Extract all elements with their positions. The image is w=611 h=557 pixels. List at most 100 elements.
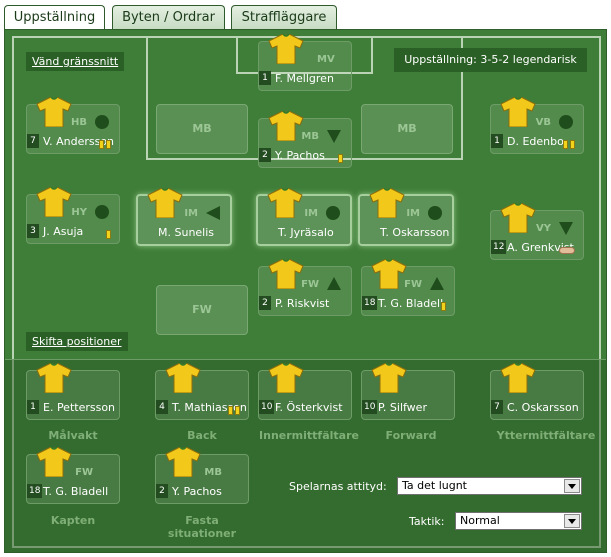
shirt-number: 18 [362, 296, 378, 310]
position-label: HB [71, 117, 87, 128]
jersey-icon [499, 96, 537, 128]
shirt-number: 1 [259, 71, 271, 85]
bench-slot-back[interactable]: 4 T. Mathiasson [155, 362, 249, 420]
player-name: P. Silfwer [378, 401, 427, 414]
jersey-icon [164, 446, 202, 478]
circle-icon[interactable] [93, 113, 111, 131]
jersey-icon [164, 362, 202, 394]
jersey-icon [370, 362, 408, 394]
position-label: IM [304, 208, 318, 219]
position-label: MB [204, 467, 222, 478]
jersey-icon [35, 186, 73, 218]
tab-substitutions-orders[interactable]: Byten / Ordrar [112, 5, 225, 30]
tactic-value: Normal [460, 514, 500, 527]
yellow-cards [104, 229, 111, 239]
attitude-value: Ta det lugnt [402, 479, 467, 492]
player-slot-mb[interactable]: MB 2 Y. Pachos [258, 110, 352, 168]
yellow-card-icon [235, 406, 240, 415]
player-slot-im-center[interactable]: IM T. Jyräsalo [256, 187, 352, 246]
yellow-cards [97, 139, 111, 149]
player-name: Y. Pachos [275, 149, 325, 162]
position-label: HY [71, 207, 87, 218]
position-label: IM [184, 208, 198, 219]
yellow-card-icon [106, 140, 111, 149]
empty-slot-mb-right[interactable]: MB [361, 104, 453, 154]
chevron-down-icon [564, 514, 580, 528]
player-slot-hb[interactable]: HB 7 V. Andersson [26, 96, 120, 154]
player-slot-vb[interactable]: VB 1 D. Edenbo [490, 96, 584, 154]
yellow-cards [336, 153, 343, 163]
jersey-icon [370, 258, 408, 290]
attitude-select[interactable]: Ta det lugnt [397, 477, 582, 495]
arrow-left-icon[interactable] [204, 204, 222, 222]
tactic-select[interactable]: Normal [455, 512, 582, 530]
circle-icon[interactable] [324, 204, 342, 222]
player-slot-im-right[interactable]: IM T. Oskarsson [358, 187, 454, 246]
shirt-number: 18 [27, 484, 43, 498]
tactic-label: Taktik: [409, 515, 445, 528]
setpieces-label-line1: Fasta [185, 514, 219, 527]
setpieces-slot[interactable]: MB 2 Y. Pachos [155, 446, 249, 504]
captain-slot[interactable]: FW 18 T. G. Bladell [26, 446, 120, 504]
player-name: E. Pettersson [43, 401, 116, 414]
bench-slot-wide-midfielder[interactable]: 7 C. Oskarsson [490, 362, 584, 420]
position-label: IM [406, 208, 420, 219]
bench-role-label: Back [187, 429, 217, 442]
attitude-label: Spelarnas attityd: [289, 480, 387, 493]
arrow-down-icon[interactable] [325, 127, 343, 145]
jersey-icon [267, 33, 305, 65]
jersey-icon [499, 202, 537, 234]
bench-slot-goalkeeper[interactable]: 1 E. Pettersson [26, 362, 120, 420]
tab-lineup[interactable]: Uppställning [4, 5, 105, 31]
player-slot-fw-left[interactable]: FW 2 P. Riskvist [258, 258, 352, 316]
bench-slot-central-midfielder[interactable]: 10 F. Österkvist [258, 362, 352, 420]
player-slot-hy[interactable]: HY 3 J. Asuja [26, 186, 120, 244]
jersey-icon [499, 362, 537, 394]
switch-positions-link[interactable]: Skifta positioner [26, 332, 128, 351]
shirt-number: 7 [491, 400, 503, 414]
player-slot-mv[interactable]: MV 1 F. Mellgren [258, 33, 352, 91]
yellow-card-icon [563, 140, 568, 149]
position-label: FW [404, 279, 422, 290]
empty-slot-fw[interactable]: FW [156, 285, 248, 335]
shirt-number: 10 [362, 400, 378, 414]
empty-slot-label: MB [397, 122, 417, 135]
position-label: VY [536, 223, 551, 234]
shirt-number: 3 [27, 224, 39, 238]
shirt-number: 4 [156, 400, 168, 414]
jersey-icon [35, 362, 73, 394]
jersey-icon [266, 187, 304, 219]
formation-label: Uppställning: 3-5-2 legendarisk [394, 48, 587, 72]
bench-role-label: Målvakt [48, 429, 98, 442]
player-slot-vy[interactable]: VY 12 A. Grenkvist [490, 202, 584, 260]
circle-icon[interactable] [557, 113, 575, 131]
bench-role-label: Yttermittfältare [496, 429, 596, 442]
setpieces-label-line2: situationer [167, 527, 237, 540]
shirt-number: 1 [27, 400, 39, 414]
position-label: MV [317, 54, 335, 65]
bench-slot-forward[interactable]: 10 P. Silfwer [361, 362, 455, 420]
chevron-down-icon [564, 479, 580, 493]
circle-icon[interactable] [93, 203, 111, 221]
shirt-number: 10 [259, 400, 275, 414]
yellow-card-icon [228, 406, 233, 415]
shirt-number: 1 [491, 134, 503, 148]
bench-role-label: Innermittfältare [259, 429, 359, 442]
empty-slot-mb-left[interactable]: MB [156, 104, 248, 154]
arrow-up-icon[interactable] [325, 275, 343, 293]
flip-interface-link[interactable]: Vänd gränssnitt [26, 52, 125, 71]
player-slot-fw-right[interactable]: FW 18 T. G. Bladell [361, 258, 455, 316]
yellow-cards [561, 139, 575, 149]
player-slot-im-left[interactable]: IM M. Sunelis [136, 187, 232, 246]
tab-penalty-takers[interactable]: Straffläggare [231, 5, 337, 30]
jersey-icon [35, 446, 73, 478]
shirt-number: 2 [259, 148, 271, 162]
arrow-up-icon[interactable] [428, 275, 446, 293]
shirt-number: 2 [259, 296, 271, 310]
player-name: F. Mellgren [275, 72, 334, 85]
circle-icon[interactable] [426, 204, 444, 222]
bench-role-label: Forward [385, 429, 437, 442]
yellow-card-icon [338, 154, 343, 163]
arrow-down-icon[interactable] [557, 219, 575, 237]
empty-slot-label: MB [192, 122, 212, 135]
